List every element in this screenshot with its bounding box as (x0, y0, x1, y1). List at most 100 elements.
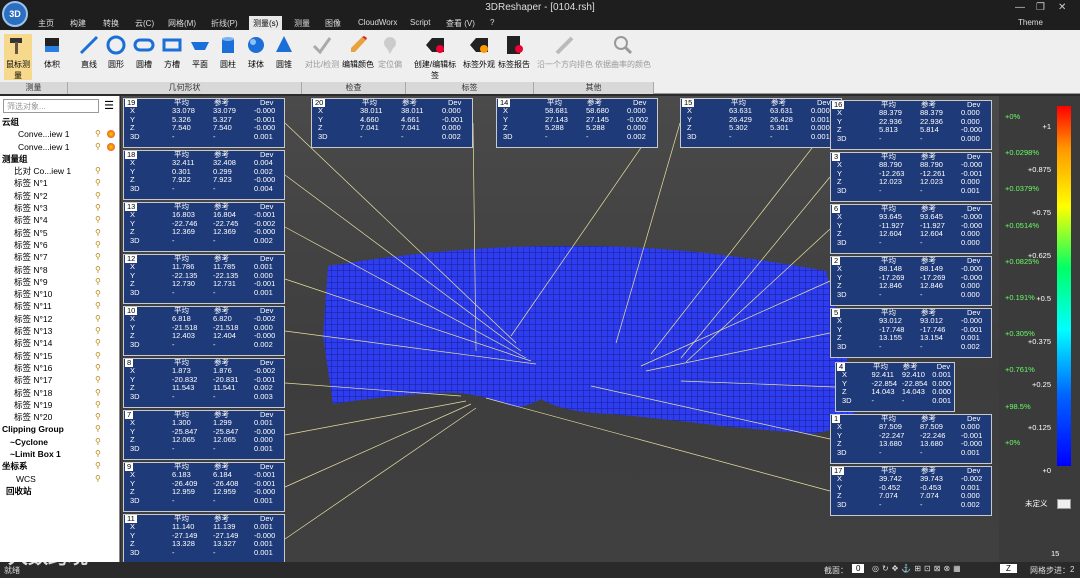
edit-color-button[interactable]: 编辑颜色 (342, 34, 374, 70)
curvature-color-button[interactable]: 依据曲率的颜色 (594, 34, 652, 70)
visibility-icon[interactable]: ⚲ (95, 165, 101, 177)
menu-measure-active[interactable]: 测量(s) (249, 16, 283, 30)
cone-button[interactable]: 圆锥 (270, 34, 298, 70)
tree-label-item[interactable]: 标签 N°12 ⚲ (0, 313, 120, 325)
volume-button[interactable]: 体积 (38, 34, 66, 70)
label-appearance-button[interactable]: 标签外观 (462, 34, 496, 70)
section-value[interactable]: 0 (852, 564, 865, 573)
measurement-label-box[interactable]: 3 平均 参考 Dev X 88.790 88.790 -0.000 Y -12.263 -12.2… (830, 152, 992, 202)
measurement-label-box[interactable]: 16 平均 参考 Dev X 88.379 88.379 0.000 Y 22.936 22.936… (830, 100, 992, 150)
measurement-label-box[interactable]: 2 平均 参考 Dev X 88.148 88.149 -0.000 Y -17.269 -17.2… (830, 256, 992, 306)
visibility-icon[interactable]: ⚲ (95, 313, 101, 325)
measurement-label-box[interactable]: 17 平均 参考 Dev X 39.742 39.743 -0.002 Y -0.452 -0.45… (830, 466, 992, 516)
visibility-icon[interactable]: ⚲ (95, 264, 101, 276)
measurement-label-box[interactable]: 18 平均 参考 Dev X 32.411 32.408 0.004 Y 0.301 0.299 0.… (123, 150, 285, 200)
tree-label-item[interactable]: 标签 N°2 ⚲ (0, 190, 120, 202)
menu-build[interactable]: 构建 (70, 18, 86, 29)
measurement-label-box[interactable]: 12 平均 参考 Dev X 11.786 11.785 0.001 Y -22.135 -22.1… (123, 254, 285, 304)
panel-menu-icon[interactable]: ☰ (102, 99, 116, 113)
measurement-label-box[interactable]: 19 平均 参考 Dev X 33.078 33.079 -0.000 Y 5.326 5.327-… (123, 98, 285, 148)
visibility-icon[interactable]: ⚲ (95, 436, 101, 448)
measurement-label-box[interactable]: 6 平均 参考 Dev X 93.645 93.645 -0.000 Y -11.927 -11.9… (830, 204, 992, 254)
menu-help[interactable]: ? (490, 18, 494, 27)
point-cloud-mesh[interactable] (323, 245, 856, 434)
sphere-button[interactable]: 球体 (242, 34, 270, 70)
visibility-icon[interactable]: ⚲ (95, 276, 101, 288)
menu-polyline[interactable]: 折线(P) (211, 18, 238, 29)
visibility-icon[interactable]: ⚲ (95, 350, 101, 362)
minimize-button[interactable]: — (1015, 2, 1025, 13)
measurement-label-box[interactable]: 4 平均 参考 Dev X 92.411 92.410 0.001 Y -22.854 -22.85… (835, 362, 955, 412)
circle-button[interactable]: 圆形 (102, 34, 130, 70)
tree-label-item[interactable]: 标签 N°14 ⚲ (0, 337, 120, 349)
app-logo[interactable]: 3D (2, 1, 28, 27)
measurement-label-box[interactable]: 5 平均 参考 Dev X 93.012 93.012 -0.000 Y -17.748 -17.7… (830, 308, 992, 358)
round-slot-button[interactable]: 圆槽 (130, 34, 158, 70)
line-button[interactable]: 直线 (75, 34, 103, 70)
tree-label-item[interactable]: 标签 N°3 ⚲ (0, 202, 120, 214)
label-report-button[interactable]: 标签报告 (496, 34, 532, 70)
tree-label-item[interactable]: 标签 N°18 ⚲ (0, 387, 120, 399)
tree-clip-limit-box[interactable]: ~Limit Box 1 ⚲ (0, 448, 120, 460)
view-tools-icons[interactable]: ◎↻✥⚓⊞⊡⊠⊗▦ (872, 564, 964, 573)
menu-cloudworx[interactable]: CloudWorx (358, 18, 397, 27)
visibility-icon[interactable]: ⚲ (95, 227, 101, 239)
visibility-icon[interactable]: ⚲ (95, 399, 101, 411)
compare-inspect-button[interactable]: 对比/检测 (304, 34, 340, 70)
tree-label-item[interactable]: 标签 N°17 ⚲ (0, 374, 120, 386)
visibility-icon[interactable]: ⚲ (95, 128, 101, 140)
close-button[interactable]: ✕ (1058, 2, 1066, 13)
tree-label-item[interactable]: 标签 N°4 ⚲ (0, 214, 120, 226)
visibility-icon[interactable]: ⚲ (95, 411, 101, 423)
tree-label-item[interactable]: 标签 N°16 ⚲ (0, 362, 120, 374)
visibility-icon[interactable]: ⚲ (95, 325, 101, 337)
measurement-label-box[interactable]: 13 平均 参考 Dev X 16.803 16.804 -0.001 Y -22.746 -22.… (123, 202, 285, 252)
measurement-label-box[interactable]: 1 平均 参考 Dev X 87.509 87.509 0.000 Y -22.247 -22.24… (830, 414, 992, 464)
measurement-label-box[interactable]: 11 平均 参考 Dev X 11.140 11.139 0.001 Y -27.149 -27.1… (123, 514, 285, 564)
tree-clipping-group[interactable]: Clipping Group ⚲ (0, 423, 120, 435)
color-along-direction-button[interactable]: 沿一个方向排色 (536, 34, 594, 70)
menu-home[interactable]: 主页 (38, 18, 54, 29)
menu-script[interactable]: Script (410, 18, 430, 27)
tree-label-item[interactable]: 标签 N°20 ⚲ (0, 411, 120, 423)
tree-cloud-item[interactable]: Conve...iew 1 ⚲ (0, 128, 120, 140)
menu-mesh[interactable]: 网格(M) (168, 18, 196, 29)
measurement-label-box[interactable]: 15 平均 参考 Dev X 63.631 63.631 0.000 Y 26.429 26.428… (680, 98, 842, 148)
menu-measure[interactable]: 测量 (294, 18, 310, 29)
measurement-label-box[interactable]: 9 平均 参考 Dev X 6.183 6.184 -0.001 Y -26.409 -26.408… (123, 462, 285, 512)
visibility-icon[interactable]: ⚲ (95, 374, 101, 386)
square-slot-button[interactable]: 方槽 (158, 34, 186, 70)
menu-image[interactable]: 图像 (325, 18, 341, 29)
tree-label-item[interactable]: 标签 N°15 ⚲ (0, 350, 120, 362)
visibility-icon[interactable]: ⚲ (95, 288, 101, 300)
tree-label-item[interactable]: 标签 N°7 ⚲ (0, 251, 120, 263)
measurement-label-box[interactable]: 10 平均 参考 Dev X 6.818 6.820 -0.002 Y -21.518 -21.51… (123, 306, 285, 356)
visibility-icon[interactable]: ⚲ (95, 423, 101, 435)
tree-cloud-group[interactable]: 云组 (0, 116, 120, 128)
visibility-icon[interactable]: ⚲ (95, 177, 101, 189)
menu-view[interactable]: 查看 (V) (446, 18, 475, 29)
tree-label-item[interactable]: 标签 N°19 ⚲ (0, 399, 120, 411)
create-edit-label-button[interactable]: 创建/编辑标签 (410, 34, 460, 81)
measurement-label-box[interactable]: 7 平均 参考 Dev X 1.300 1.299 0.001 Y -25.847 -25.847-… (123, 410, 285, 460)
visibility-icon[interactable]: ⚲ (95, 448, 101, 460)
filter-objects-input[interactable]: 筛选对象... (3, 99, 99, 113)
visibility-icon[interactable]: ⚲ (95, 337, 101, 349)
visibility-icon[interactable]: ⚲ (95, 473, 101, 485)
tree-clip-cyclone[interactable]: ~Cyclone ⚲ (0, 436, 120, 448)
tree-recycle-bin[interactable]: 回收站 (0, 485, 120, 497)
mouse-measure-button[interactable]: 鼠标测量 (4, 34, 32, 80)
visibility-icon[interactable]: ⚲ (95, 239, 101, 251)
tree-label-item[interactable]: 标签 N°5 ⚲ (0, 227, 120, 239)
visibility-icon[interactable]: ⚲ (95, 300, 101, 312)
menu-cloud[interactable]: 云(C) (135, 18, 154, 29)
measurement-label-box[interactable]: 14 平均 参考 Dev X 58.681 58.680 0.000 Y 27.143 27.145… (496, 98, 658, 148)
plane-button[interactable]: 平面 (186, 34, 214, 70)
visibility-icon[interactable]: ⚲ (95, 251, 101, 263)
visibility-icon[interactable]: ⚲ (95, 190, 101, 202)
tree-wcs-item[interactable]: WCS ⚲ (0, 473, 120, 485)
tree-label-item[interactable]: 标签 N°10 ⚲ (0, 288, 120, 300)
tree-label-item[interactable]: 标签 N°8 ⚲ (0, 264, 120, 276)
locate-deviation-button[interactable]: 定位偏 (374, 34, 406, 70)
measurement-label-box[interactable]: 8 平均 参考 Dev X 1.873 1.876 -0.002 Y -20.832 -20.831… (123, 358, 285, 408)
